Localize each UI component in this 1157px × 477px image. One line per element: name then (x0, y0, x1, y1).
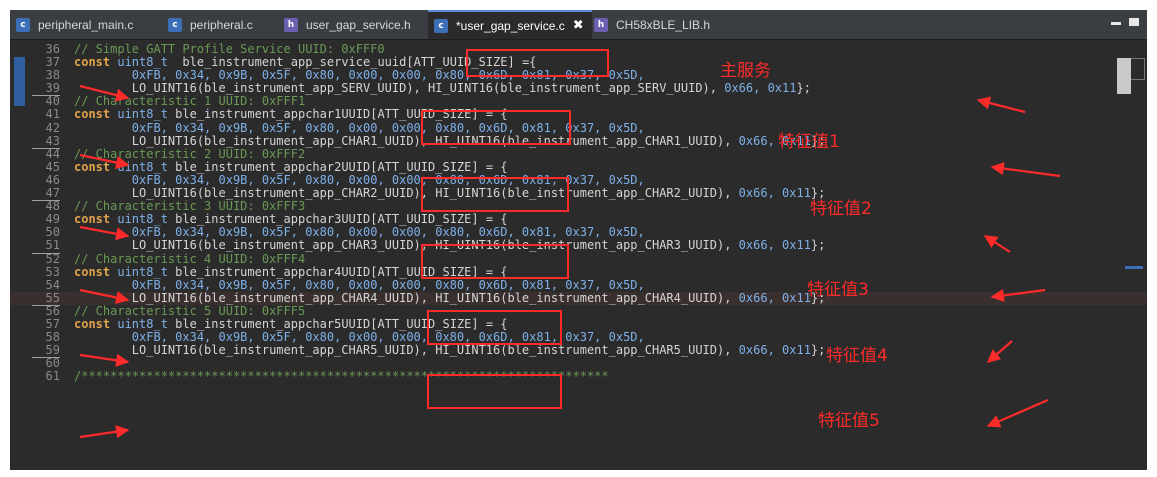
arrow-left-47 (79, 225, 130, 241)
arrow-right-43 (990, 162, 1061, 178)
arrow-left-59 (79, 425, 130, 439)
annotation-arrows (79, 84, 1061, 439)
arrow-right-55 (987, 340, 1013, 363)
arrow-right-59 (986, 398, 1049, 428)
arrow-right-51 (990, 288, 1046, 302)
arrow-left-39 (79, 84, 130, 102)
arrow-right-39 (976, 96, 1026, 114)
arrow-left-55 (79, 353, 130, 367)
arrow-right-47 (983, 235, 1011, 253)
arrow-left-51 (79, 288, 130, 305)
arrow-left-43 (79, 153, 130, 170)
